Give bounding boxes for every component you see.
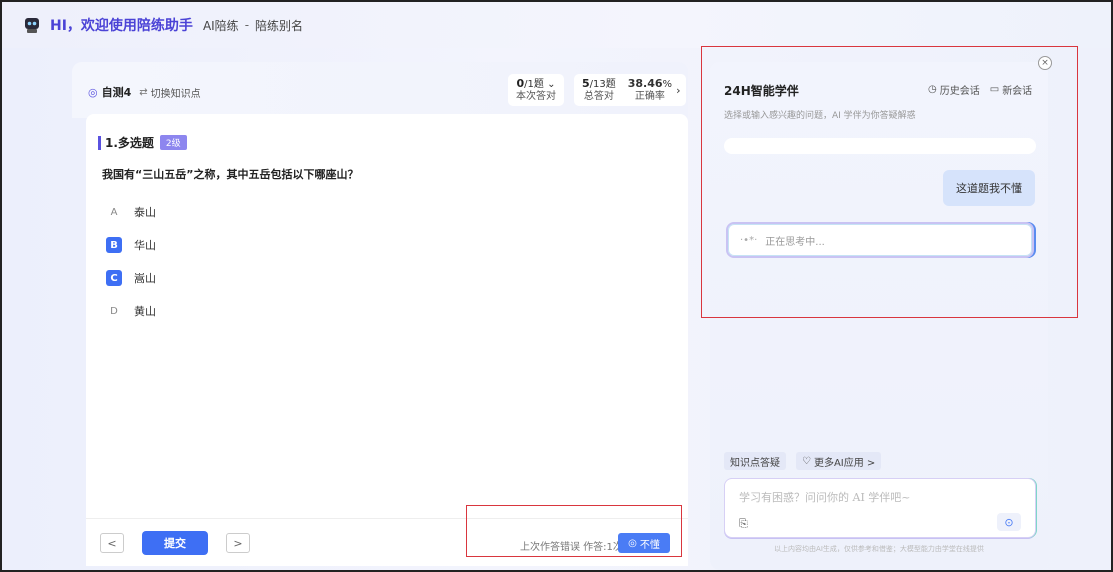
question-footer: < 提交 > 上次作答错误 作答:1次 ◎ 不懂: [86, 518, 688, 566]
switch-knowledge-label: 切换知识点: [150, 88, 201, 100]
knowledge-qa-chip[interactable]: 知识点答疑: [724, 452, 786, 470]
thinking-indicator: ·•*· 正在思考中...: [726, 222, 1034, 258]
total-correct-label: 总答对: [583, 90, 614, 102]
chat-icon: ▭: [989, 84, 1000, 95]
chevron-down-icon: ⌄: [543, 78, 556, 90]
bulb-icon: ♡: [802, 455, 811, 467]
new-chat-button[interactable]: ▭ 新会话: [990, 82, 1032, 97]
current-correct-dropdown[interactable]: 0/1题 ⌄ 本次答对: [508, 74, 564, 106]
chat-input-box[interactable]: 学习有困惑？问问你的 AI 学伴吧~ ⎘ ⊙: [724, 478, 1036, 538]
question-level-badge: 2级: [159, 135, 187, 150]
option-letter: B: [106, 237, 122, 253]
history-button[interactable]: ◷ 历史会话: [928, 82, 980, 97]
send-icon: ⊙: [1004, 515, 1014, 529]
accuracy-value: 38.46: [627, 76, 663, 90]
loading-icon: ·•*·: [740, 234, 758, 246]
question-header: 1.多选题 2级: [98, 134, 187, 151]
self-test-tag: ◎ 自测4 ⇄ 切换知识点: [88, 82, 201, 102]
option-letter: A: [110, 206, 118, 218]
companion-actions: ◷ 历史会话 ▭ 新会话: [928, 82, 1042, 97]
self-test-label: 自测4: [101, 86, 132, 99]
robot-icon: [22, 15, 42, 35]
app-title: HI，欢迎使用陪练助手: [50, 18, 193, 34]
last-attempt-info: 上次作答错误 作答:1次: [520, 542, 623, 553]
close-panel-button[interactable]: ×: [1038, 56, 1052, 70]
dont-know-label: 不懂: [639, 539, 660, 551]
current-correct-label: 本次答对: [516, 90, 556, 102]
option-c[interactable]: C 嵩山: [106, 270, 156, 286]
quick-chips: 知识点答疑 ♡ 更多AI应用 >: [724, 452, 891, 470]
companion-subtitle: 选择或输入感兴趣的问题，AI 学伴为你答疑解惑: [724, 111, 916, 121]
practice-panel: ◎ 自测4 ⇄ 切换知识点 0/1题 ⌄ 本次答对 5/13题 总答对 38.4…: [72, 62, 688, 566]
option-text: 嵩山: [134, 272, 156, 285]
switch-knowledge-button[interactable]: ⇄ 切换知识点: [139, 85, 200, 100]
more-ai-apps-label: 更多AI应用 >: [813, 457, 876, 469]
suggestion-bar: [724, 138, 1036, 154]
user-message: 这道题我不懂: [943, 170, 1035, 206]
chat-input-placeholder: 学习有困惑？问问你的 AI 学伴吧~: [739, 491, 911, 504]
next-question-button[interactable]: >: [226, 533, 250, 553]
new-chat-label: 新会话: [1002, 86, 1033, 97]
option-letter: C: [106, 270, 122, 286]
breadcrumb-separator: -: [244, 18, 250, 32]
attach-icon[interactable]: ⎘: [739, 517, 748, 531]
clock-icon: ◷: [928, 84, 937, 95]
companion-title: 24H智能学伴: [724, 84, 799, 98]
option-text: 黄山: [134, 305, 156, 318]
accuracy-unit: %: [662, 78, 673, 90]
overall-stats[interactable]: 5/13题 总答对 38.46% 正确率 ›: [574, 74, 686, 106]
option-letter: D: [110, 305, 118, 317]
practice-toolbar: ◎ 自测4 ⇄ 切换知识点 0/1题 ⌄ 本次答对 5/13题 总答对 38.4…: [72, 62, 688, 118]
thinking-text: 正在思考中...: [765, 236, 825, 248]
option-d[interactable]: D 黄山: [106, 303, 156, 319]
question-accent-bar: [98, 135, 101, 150]
target-icon: ◎: [88, 85, 98, 99]
dont-know-button[interactable]: ◎ 不懂: [618, 533, 670, 553]
option-b[interactable]: B 华山: [106, 237, 156, 253]
app-header: HI，欢迎使用陪练助手 AI陪练 - 陪练别名: [2, 2, 1111, 48]
accuracy-label: 正确率: [634, 90, 665, 102]
chevron-right-icon: ›: [676, 83, 681, 97]
current-correct-total: /1题: [524, 78, 544, 90]
question-text: 我国有“三山五岳”之称，其中五岳包括以下哪座山？: [102, 168, 359, 181]
total-correct-value: 5: [582, 76, 590, 90]
option-text: 华山: [134, 239, 156, 252]
total-correct-total: /13题: [589, 78, 616, 90]
history-label: 历史会话: [939, 86, 980, 97]
option-list: A 泰山 B 华山 C 嵩山 D 黄山: [106, 204, 156, 336]
more-ai-apps-chip[interactable]: ♡ 更多AI应用 >: [796, 452, 882, 470]
submit-button[interactable]: 提交: [142, 531, 208, 555]
option-text: 泰山: [134, 206, 156, 219]
ai-companion-panel: 24H智能学伴 ◷ 历史会话 ▭ 新会话 选择或输入感兴趣的问题，AI 学伴为你…: [710, 62, 1048, 570]
swap-icon: ⇄: [139, 86, 148, 98]
send-button[interactable]: ⊙: [997, 513, 1021, 531]
question-card: 1.多选题 2级 我国有“三山五岳”之称，其中五岳包括以下哪座山？ A 泰山 B…: [86, 114, 688, 566]
option-a[interactable]: A 泰山: [106, 204, 156, 220]
breadcrumb-ai-practice[interactable]: AI陪练: [203, 17, 239, 34]
ai-disclaimer: 以上内容均由AI生成，仅供参考和借鉴；大模型能力由学堂在线提供: [774, 545, 984, 553]
question-type: 1.多选题: [105, 136, 154, 150]
prev-question-button[interactable]: <: [100, 533, 124, 553]
bulb-icon: ◎: [628, 537, 637, 549]
breadcrumb-alias: 陪练别名: [255, 18, 304, 33]
